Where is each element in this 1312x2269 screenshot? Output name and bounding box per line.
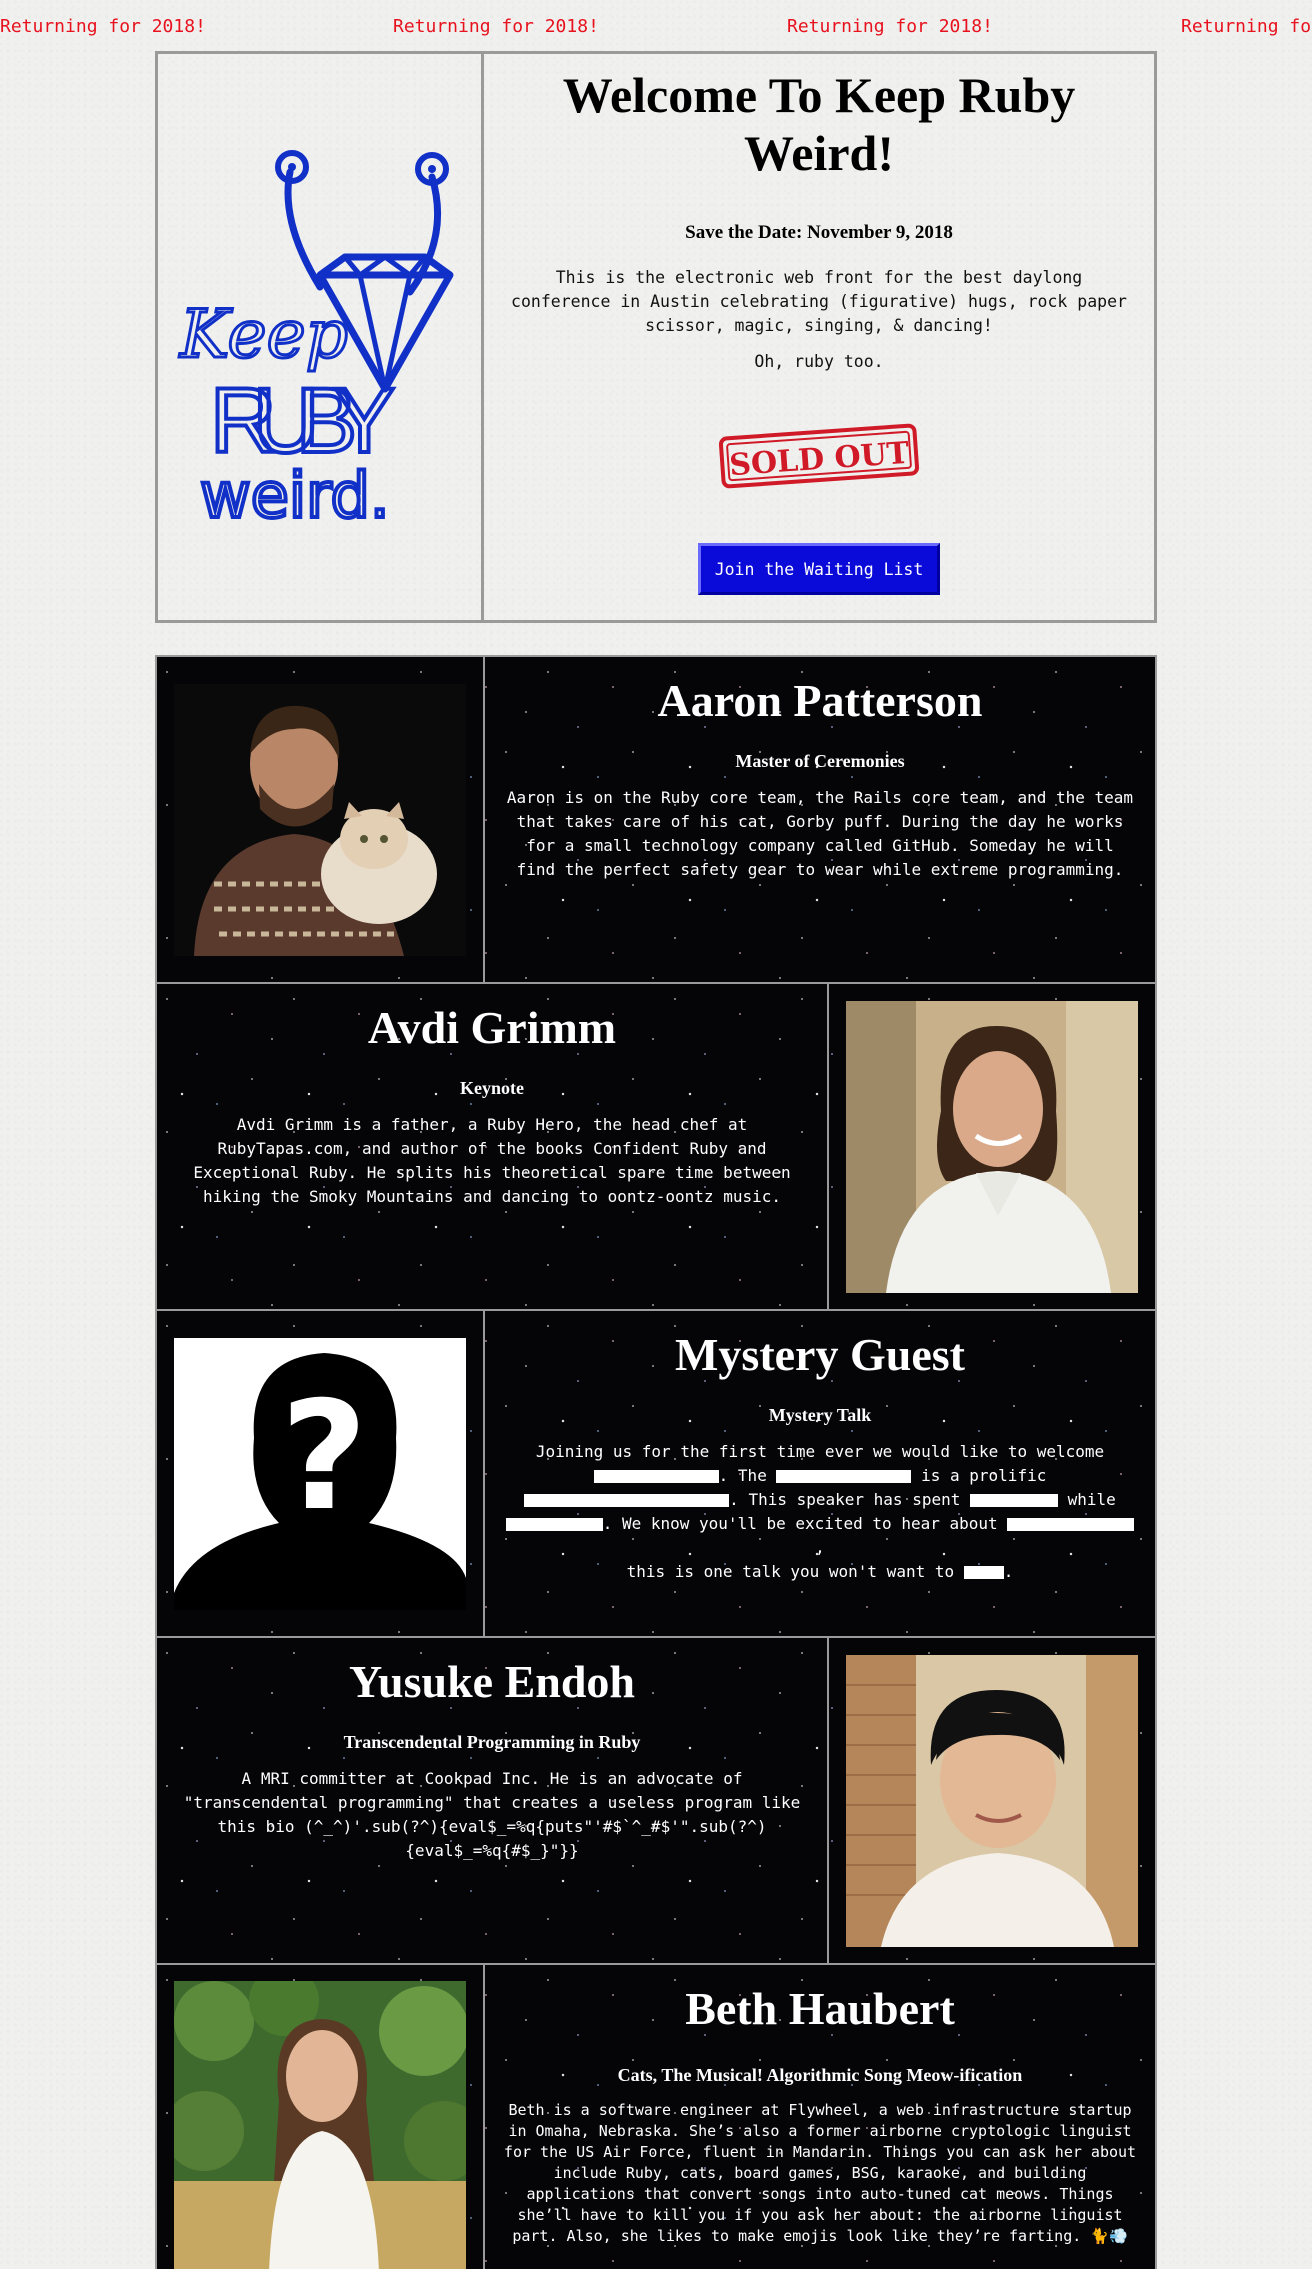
redaction-bar: [776, 1470, 912, 1483]
speaker-bio: Beth is a software engineer at Flywheel,…: [503, 2101, 1137, 2245]
speaker-role: Cats, The Musical! Algorithmic Song Meow…: [617, 2065, 1023, 2085]
speaker-info: Aaron Patterson Master of Ceremonies Aar…: [485, 657, 1155, 982]
page-title: Welcome To Keep Ruby Weird!: [562, 67, 1076, 181]
speaker-photo-cell: [157, 657, 485, 982]
marquee-item: Returning for 2018!: [0, 16, 206, 37]
speaker-card: ? Mystery Guest Mystery Talk Joining us …: [157, 1311, 1155, 1638]
speaker-name: Aaron Patterson: [657, 675, 983, 726]
speaker-role: Master of Ceremonies: [735, 751, 905, 771]
speaker-card: Beth Haubert Cats, The Musical! Algorith…: [157, 1965, 1155, 2269]
join-waiting-list-button[interactable]: Join the Waiting List: [698, 543, 940, 595]
speaker-info: Beth Haubert Cats, The Musical! Algorith…: [485, 1965, 1155, 2269]
speaker-name: Yusuke Endoh: [349, 1656, 635, 1707]
keep-ruby-weird-logo: Keep RUBY weird.: [158, 54, 484, 620]
marquee-item: Returning for 2018!: [787, 16, 993, 37]
returning-marquee: Returning for 2018! Returning for 2018! …: [0, 16, 1312, 40]
hero-description: This is the electronic web front for the…: [511, 268, 1127, 335]
speakers-section: Aaron Patterson Master of Ceremonies Aar…: [155, 655, 1157, 2269]
speaker-role: Keynote: [460, 1078, 524, 1098]
hero-ruby-line: Oh, ruby too.: [754, 352, 884, 371]
redaction-bar: [970, 1494, 1058, 1507]
speaker-bio-redacted: Joining us for the first time ever we wo…: [503, 1440, 1137, 1584]
yusuke-endoh-photo: [846, 1654, 1138, 1947]
logo-text-ruby: RUBY: [210, 370, 395, 472]
beth-haubert-photo: [174, 1980, 466, 2269]
speaker-info: Mystery Guest Mystery Talk Joining us fo…: [485, 1311, 1155, 1636]
logo-text-keep: Keep: [179, 296, 348, 373]
question-mark-icon: ?: [280, 1370, 367, 1544]
speaker-bio: Aaron is on the Ruby core team, the Rail…: [506, 788, 1134, 879]
speaker-card: Aaron Patterson Master of Ceremonies Aar…: [157, 657, 1155, 984]
speaker-card: Yusuke Endoh Transcendental Programming …: [157, 1638, 1155, 1965]
redaction-bar: [1007, 1518, 1135, 1531]
mystery-silhouette-image: ?: [174, 1337, 466, 1610]
speaker-photo-cell: ?: [157, 1311, 485, 1636]
redaction-bar: [593, 1470, 719, 1483]
hero-content: Welcome To Keep Ruby Weird! Save the Dat…: [484, 54, 1154, 620]
save-the-date: Save the Date: November 9, 2018: [685, 222, 953, 243]
speaker-name: Mystery Guest: [675, 1329, 965, 1380]
avdi-grimm-photo: [846, 1000, 1138, 1293]
speaker-bio: Avdi Grimm is a father, a Ruby Hero, the…: [193, 1115, 791, 1206]
speaker-photo-cell: [827, 1638, 1155, 1963]
speaker-photo-cell: [827, 984, 1155, 1309]
speaker-role: Mystery Talk: [768, 1405, 872, 1425]
logo-image: Keep RUBY weird.: [177, 150, 453, 534]
sold-out-stamp: SOLD OUT: [718, 423, 920, 489]
speaker-info: Avdi Grimm Keynote Avdi Grimm is a fathe…: [157, 984, 827, 1309]
logo-text-weird: weird.: [200, 459, 390, 532]
speaker-name: Avdi Grimm: [367, 1002, 617, 1053]
speaker-card: Avdi Grimm Keynote Avdi Grimm is a fathe…: [157, 984, 1155, 1311]
hero-section: Keep RUBY weird. Welcome To Keep Ruby We…: [155, 51, 1157, 623]
aaron-patterson-photo: [174, 683, 466, 956]
speaker-photo-cell: [157, 1965, 485, 2269]
speaker-role: Transcendental Programming in Ruby: [343, 1732, 641, 1752]
marquee-item: Returning for 2018!: [393, 16, 599, 37]
redaction-bar: [963, 1566, 1004, 1579]
speaker-info: Yusuke Endoh Transcendental Programming …: [157, 1638, 827, 1963]
redaction-bar: [524, 1494, 730, 1507]
marquee-item: Returning for 2018!: [1181, 16, 1312, 37]
speaker-bio: A MRI committer at Cookpad Inc. He is an…: [183, 1769, 801, 1860]
speaker-name: Beth Haubert: [685, 1983, 955, 2034]
redaction-bar: [505, 1518, 603, 1531]
